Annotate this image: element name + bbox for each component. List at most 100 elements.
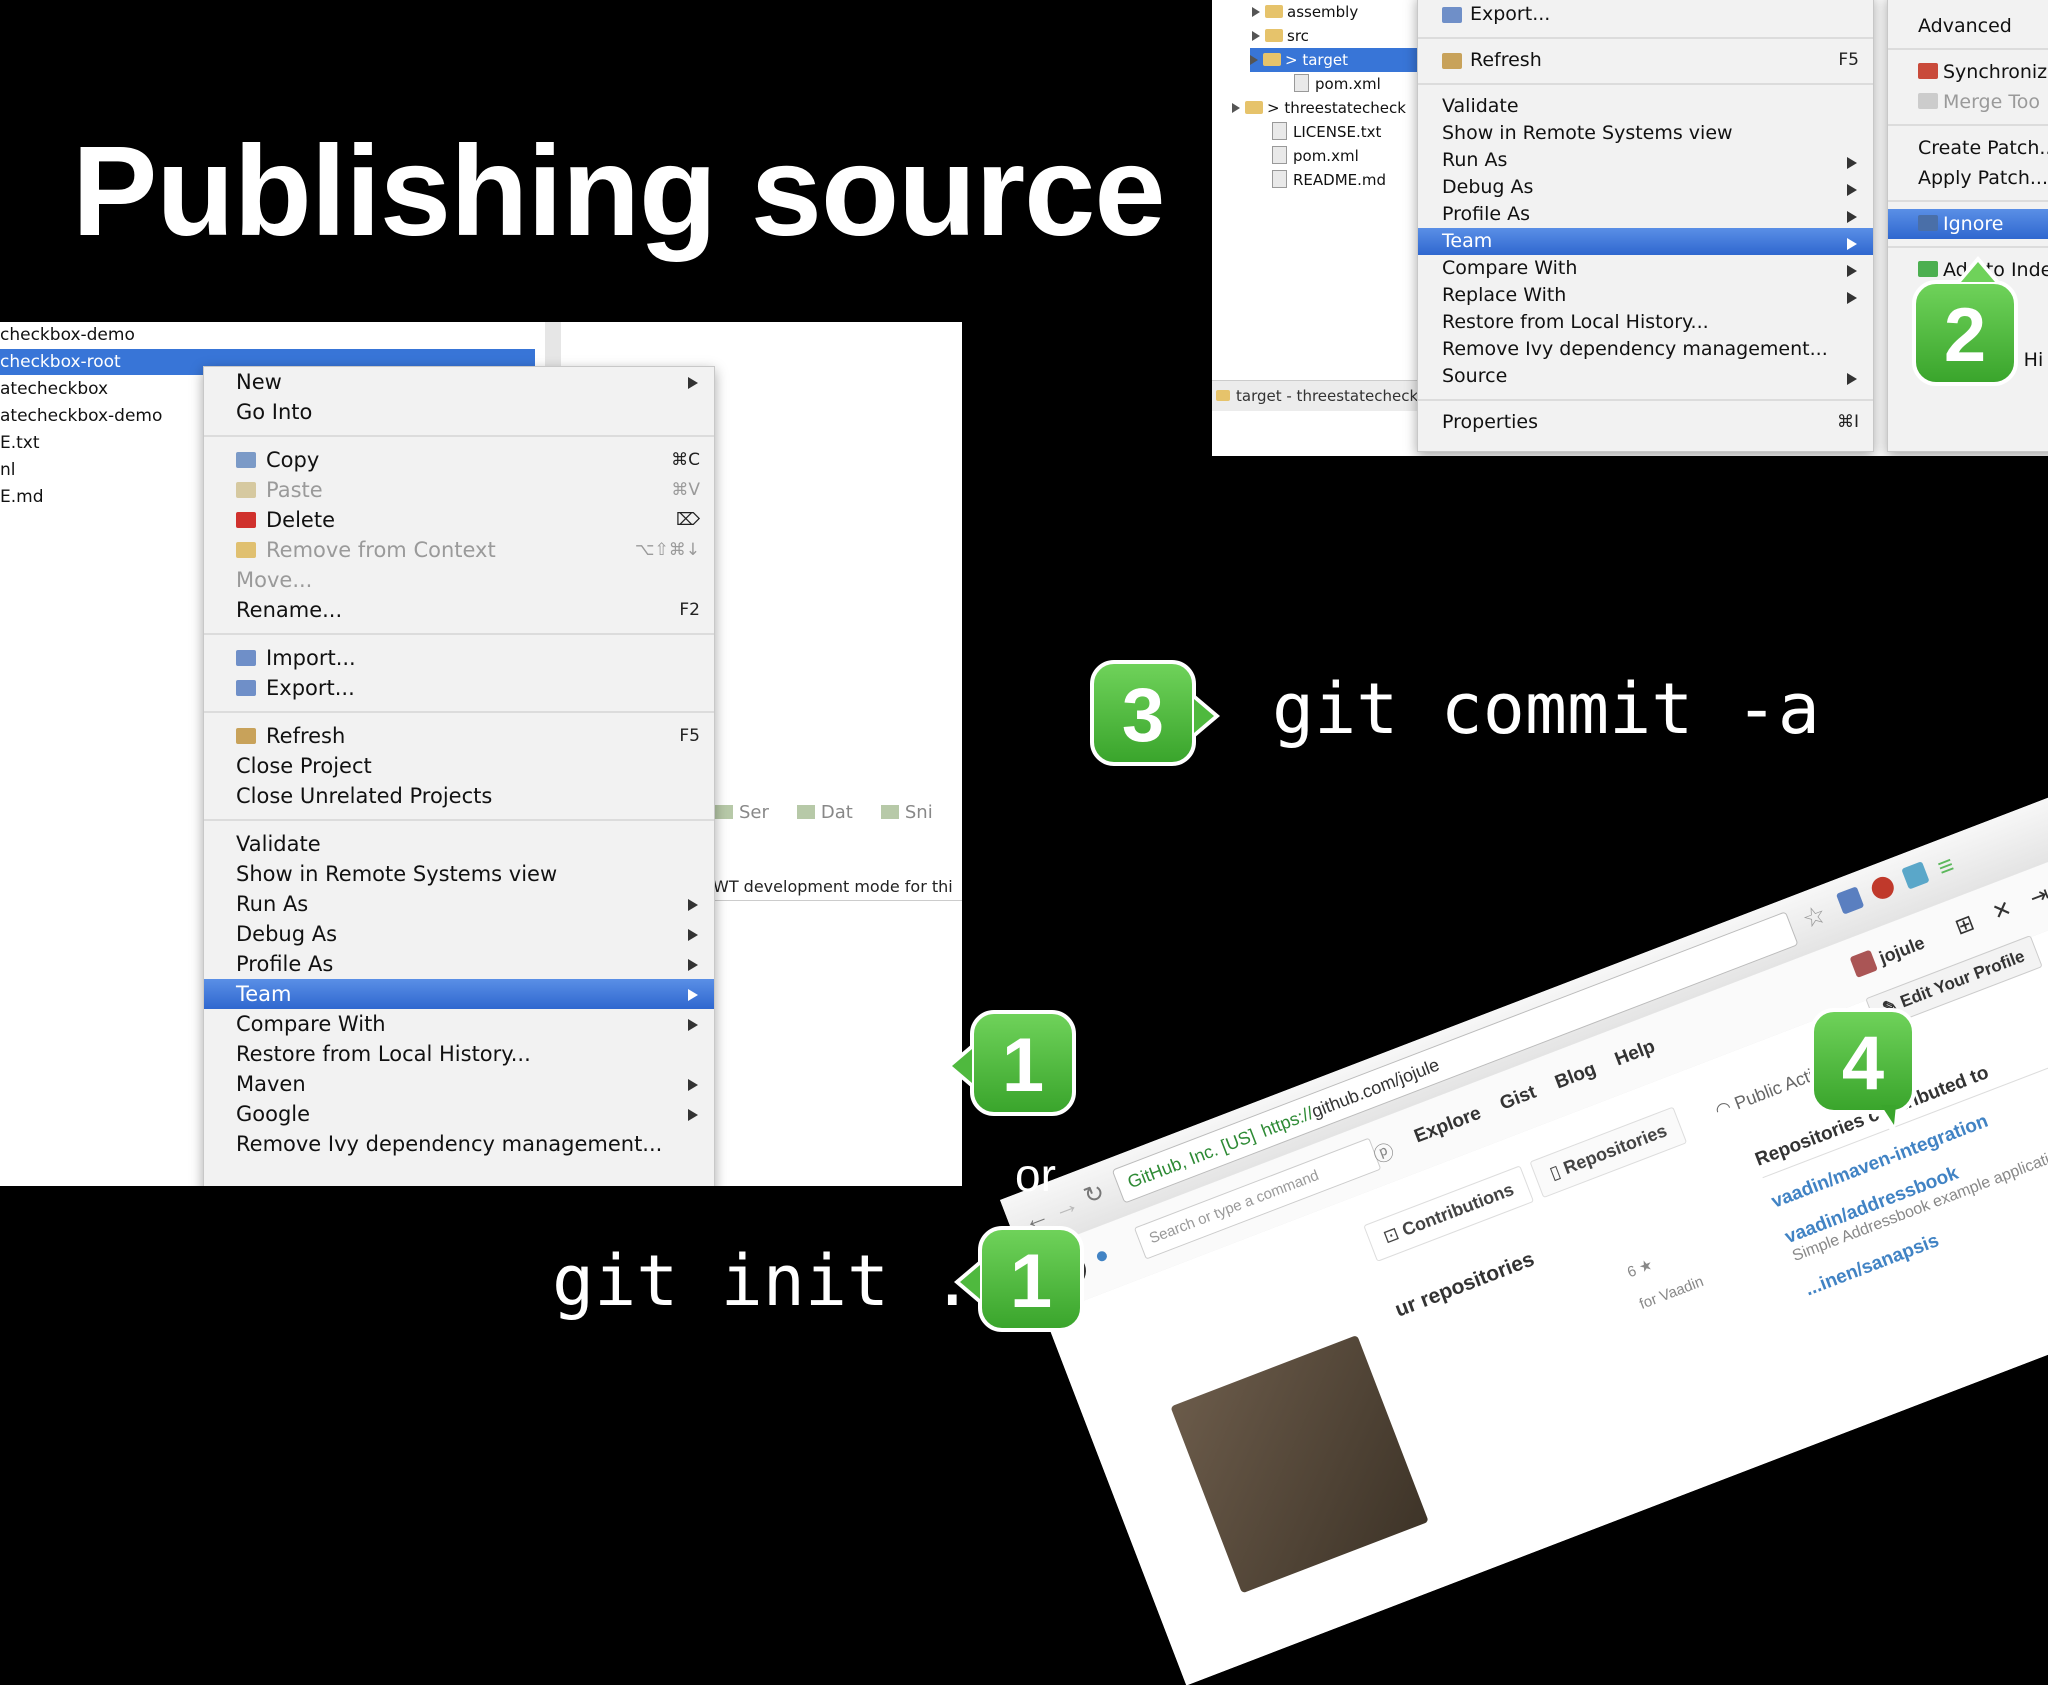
- menu-item-source[interactable]: Source: [1418, 363, 1873, 390]
- menu-item-label: Maven: [236, 1072, 306, 1096]
- tree-item[interactable]: pom.xml: [1272, 144, 1359, 168]
- tab-repositories[interactable]: ▯ Repositories: [1529, 1106, 1688, 1199]
- menu-separator: [1888, 48, 2048, 50]
- menu-item-remove-from-context[interactable]: Remove from Context ⌥⇧⌘↓: [204, 535, 714, 565]
- menu-item-new[interactable]: New: [204, 367, 714, 397]
- menu-item-close-unrelated-projects[interactable]: Close Unrelated Projects: [204, 781, 714, 811]
- menu-item-apply-patch[interactable]: Apply Patch...: [1888, 163, 2048, 193]
- menu-item-debug-as[interactable]: Debug As: [204, 919, 714, 949]
- view-tab-label: Sni: [904, 802, 933, 823]
- settings-icon[interactable]: ✕: [1989, 895, 2016, 926]
- nav-link-blog[interactable]: Blog: [1552, 1059, 1599, 1094]
- nav-link-help[interactable]: Help: [1612, 1036, 1658, 1070]
- menu-item-label: Remove from Context: [266, 538, 496, 562]
- menu-item-compare-with[interactable]: Compare With: [1418, 255, 1873, 282]
- view-tab[interactable]: Sni: [880, 802, 947, 823]
- menu-item-paste[interactable]: Paste ⌘V: [204, 475, 714, 505]
- reload-icon[interactable]: ↻: [1080, 1177, 1109, 1211]
- menu-item-refresh[interactable]: Refresh F5: [1418, 47, 1873, 74]
- menu-item-properties[interactable]: Properties ⌘I: [1418, 409, 1873, 436]
- nav-link-explore[interactable]: Explore: [1411, 1103, 1484, 1148]
- menu-item-merge-too[interactable]: Merge Too: [1888, 87, 2048, 117]
- tree-item[interactable]: > target: [1250, 48, 1417, 72]
- views-tab-bar: Ser Dat Sni: [715, 802, 962, 836]
- menu-item-team[interactable]: Team: [204, 979, 714, 1009]
- expand-arrow-icon[interactable]: [1250, 55, 1258, 65]
- menu-item-move[interactable]: Move...: [204, 565, 714, 595]
- menu-item-remove-ivy-dependency-management[interactable]: Remove Ivy dependency management...: [1418, 336, 1873, 363]
- menu-item-label: Google: [236, 1102, 311, 1126]
- menu-item-remove-ivy-dependency-management[interactable]: Remove Ivy dependency management...: [204, 1129, 714, 1159]
- menu-item-export[interactable]: Export...: [1418, 1, 1873, 28]
- menu-item-refresh[interactable]: Refresh F5: [204, 721, 714, 751]
- tree-item[interactable]: checkbox-demo: [0, 322, 135, 348]
- tree-item[interactable]: LICENSE.txt: [1272, 120, 1381, 144]
- tree-item[interactable]: nl: [0, 457, 16, 483]
- menu-item-profile-as[interactable]: Profile As: [204, 949, 714, 979]
- tree-item[interactable]: src: [1252, 24, 1309, 48]
- menu-item-profile-as[interactable]: Profile As: [1418, 201, 1873, 228]
- view-tab[interactable]: Ser: [715, 802, 783, 823]
- menu-separator: [1888, 124, 2048, 126]
- tree-item[interactable]: atecheckbox-demo: [0, 403, 162, 429]
- menu-item-import[interactable]: Import...: [204, 643, 714, 673]
- expand-arrow-icon[interactable]: [1252, 7, 1260, 17]
- repo-meta: 6 ★ for Vaadin: [1624, 1256, 1707, 1313]
- menu-item-compare-with[interactable]: Compare With: [204, 1009, 714, 1039]
- menu-item-label: Rename...: [236, 598, 343, 622]
- menu-item-ignore[interactable]: Ignore: [1888, 209, 2048, 239]
- tree-item[interactable]: E.txt: [0, 430, 40, 456]
- tree-item[interactable]: > threestatecheck: [1232, 96, 1406, 120]
- tree-item[interactable]: assembly: [1252, 0, 1358, 24]
- user-menu[interactable]: jojule: [1849, 931, 1928, 979]
- menu-item-show-in-remote-systems-view[interactable]: Show in Remote Systems view: [1418, 120, 1873, 147]
- synchronize-icon: [1918, 63, 1938, 79]
- menu-item-label: Copy: [266, 448, 320, 472]
- menu-item-advanced[interactable]: Advanced: [1888, 11, 2048, 41]
- extension-icon[interactable]: [1835, 886, 1865, 915]
- menu-icon[interactable]: ≡: [1933, 849, 1958, 883]
- menu-item-google[interactable]: Google: [204, 1099, 714, 1129]
- extension-icon[interactable]: [1868, 873, 1898, 903]
- menu-item-restore-from-local-history[interactable]: Restore from Local History...: [204, 1039, 714, 1069]
- menu-item-rename[interactable]: Rename... F2: [204, 595, 714, 625]
- menu-item-replace-with[interactable]: Replace With: [1418, 282, 1873, 309]
- menu-item-restore-from-local-history[interactable]: Restore from Local History...: [1418, 309, 1873, 336]
- scrollbar[interactable]: [545, 322, 561, 368]
- expand-arrow-icon[interactable]: [1252, 31, 1260, 41]
- menu-item-go-into[interactable]: Go Into: [204, 397, 714, 427]
- menu-item-close-project[interactable]: Close Project: [204, 751, 714, 781]
- tree-item[interactable]: README.md: [1272, 168, 1386, 192]
- menu-item-team[interactable]: Team: [1418, 228, 1873, 255]
- menu-item-run-as[interactable]: Run As: [204, 889, 714, 919]
- menu-item-validate[interactable]: Validate: [204, 829, 714, 859]
- git-init-command: git init .: [552, 1240, 974, 1322]
- menu-item-run-as[interactable]: Run As: [1418, 147, 1873, 174]
- new-repo-icon[interactable]: ⊞: [1951, 910, 1978, 941]
- tree-item[interactable]: E.md: [0, 484, 44, 510]
- menu-item-synchroniz[interactable]: Synchroniz: [1888, 57, 2048, 87]
- menu-item-export[interactable]: Export...: [204, 673, 714, 703]
- merge-icon: [1918, 93, 1938, 109]
- sign-out-icon[interactable]: ⇥: [2026, 881, 2048, 912]
- nav-link-gist[interactable]: Gist: [1497, 1082, 1539, 1115]
- menu-item-validate[interactable]: Validate: [1418, 93, 1873, 120]
- menu-item-show-in-remote-systems-view[interactable]: Show in Remote Systems view: [204, 859, 714, 889]
- add-icon: [1918, 261, 1938, 277]
- slide-title: Publishing source: [72, 120, 1165, 263]
- menu-item-delete[interactable]: Delete ⌦: [204, 505, 714, 535]
- expand-arrow-icon[interactable]: [1232, 103, 1240, 113]
- menu-item-label: Validate: [236, 832, 321, 856]
- menu-item-create-patch[interactable]: Create Patch...: [1888, 133, 2048, 163]
- tree-item[interactable]: pom.xml: [1294, 72, 1381, 96]
- extension-icon[interactable]: [1901, 861, 1930, 890]
- view-tab[interactable]: Dat: [796, 802, 867, 823]
- menu-item-debug-as[interactable]: Debug As: [1418, 174, 1873, 201]
- notification-dot-icon[interactable]: [1095, 1249, 1109, 1263]
- folder-icon: [1263, 53, 1281, 66]
- step-badge-1: 1: [954, 1226, 1084, 1332]
- tree-item[interactable]: atecheckbox: [0, 376, 108, 402]
- menu-item-copy[interactable]: Copy ⌘C: [204, 445, 714, 475]
- menu-item-maven[interactable]: Maven: [204, 1069, 714, 1099]
- star-icon[interactable]: ☆: [1798, 898, 1831, 935]
